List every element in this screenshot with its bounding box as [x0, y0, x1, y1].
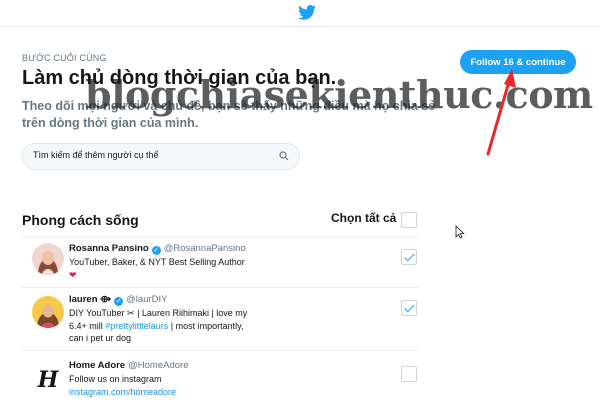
account-name-line[interactable]: Rosanna Pansino ✓ @RosannaPansino	[69, 243, 246, 255]
section-title: Phong cách sống	[22, 212, 139, 228]
verified-badge-icon: ✓	[151, 246, 161, 255]
account-handle[interactable]: @HomeAdore	[128, 360, 188, 371]
bio-line: YouTuber, Baker, & NYT Best Selling Auth…	[69, 257, 245, 267]
twitter-bird-icon[interactable]	[298, 5, 316, 20]
account-handle[interactable]: @RosannaPansino	[164, 243, 246, 254]
bio-line: 6.4+ mill #prettylittlelaurs | most impo…	[69, 320, 269, 333]
select-all-checkbox[interactable]	[401, 212, 417, 228]
bio-link[interactable]: instagram.com/homeadore	[69, 386, 269, 399]
bio-line: DIY YouTuber ✂ | Lauren Riihimaki | love…	[69, 308, 248, 318]
account-handle[interactable]: @laurDIY	[126, 294, 167, 305]
step-label: BƯỚC CUỐI CÙNG	[22, 53, 107, 63]
heart-icon: ❤	[69, 269, 77, 280]
account-name-line[interactable]: lauren ⟴ ✓ @laurDIY	[69, 294, 167, 306]
account-name[interactable]: lauren ⟴	[69, 294, 111, 305]
avatar[interactable]	[32, 243, 64, 275]
follow-checkbox[interactable]	[401, 300, 417, 316]
search-icon[interactable]	[279, 151, 289, 161]
account-name[interactable]: Rosanna Pansino	[69, 243, 149, 254]
svg-text:H: H	[37, 367, 60, 393]
bio-line: can i pet ur dog	[69, 333, 132, 343]
follow-checkbox[interactable]	[401, 366, 417, 382]
bio-text: 6.4+ mill	[69, 320, 106, 331]
avatar[interactable]	[32, 296, 64, 328]
account-bio: Follow us on instagram instagram.com/hom…	[69, 373, 269, 398]
top-bar	[0, 0, 600, 27]
account-row[interactable]: H Home Adore @HomeAdore Follow us on inst…	[22, 351, 418, 406]
bio-text: | most importantly,	[168, 320, 244, 331]
account-bio: DIY YouTuber ✂ | Lauren Riihimaki | love…	[69, 307, 269, 345]
follow-checkbox[interactable]	[401, 249, 417, 265]
verified-badge-icon: ✓	[114, 297, 124, 306]
select-all-label[interactable]: Chọn tất cả	[331, 211, 396, 225]
account-name[interactable]: Home Adore	[69, 360, 125, 371]
bio-line: Follow us on instagram	[69, 374, 162, 384]
mouse-cursor-icon	[455, 225, 465, 239]
account-row[interactable]: lauren ⟴ ✓ @laurDIY DIY YouTuber ✂ | Laure…	[22, 288, 418, 350]
account-name-line[interactable]: Home Adore @HomeAdore	[69, 360, 188, 371]
search-input[interactable]	[33, 150, 263, 160]
search-box[interactable]	[22, 143, 300, 170]
avatar[interactable]: H	[32, 363, 64, 395]
red-arrow-annotation	[486, 69, 516, 156]
account-bio: YouTuber, Baker, & NYT Best Selling Auth…	[69, 256, 269, 281]
hashtag-link[interactable]: #prettylittlelaurs	[105, 321, 168, 331]
account-row[interactable]: Rosanna Pansino ✓ @RosannaPansino YouTuber…	[22, 237, 418, 287]
